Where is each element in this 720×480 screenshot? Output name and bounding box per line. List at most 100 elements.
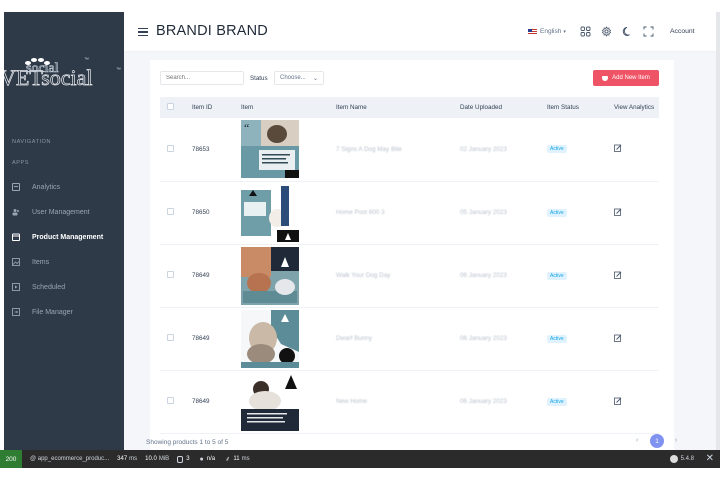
table-row[interactable]: 78653 “ 7 Signs A Dog May Bite 02 Januar…	[160, 118, 659, 182]
nav-section-navigation: NAVIGATION	[12, 139, 52, 145]
edit-icon[interactable]	[614, 144, 622, 153]
status-filter-select[interactable]: Choose... ⌄	[274, 71, 324, 85]
symfony-icon	[669, 455, 678, 463]
row-checkbox[interactable]	[167, 271, 174, 278]
http-status[interactable]: 200	[0, 450, 22, 468]
item-thumbnail[interactable]	[241, 372, 299, 431]
status-filter-value: Choose...	[280, 75, 306, 81]
pagination-next-button[interactable]: ›	[675, 437, 677, 444]
status-badge: Active	[547, 208, 567, 217]
edit-icon[interactable]	[614, 271, 622, 279]
sidebar-item-file-manager[interactable]: File Manager	[12, 305, 122, 319]
item-thumbnail[interactable]	[241, 246, 299, 305]
add-new-item-label: Add New Item	[612, 75, 650, 81]
request-time-unit: ms	[129, 456, 138, 462]
db-queries[interactable]: 3	[177, 455, 191, 463]
row-checkbox[interactable]	[167, 334, 174, 341]
header-item-id[interactable]: Item ID	[192, 97, 241, 118]
sidebar-item-product-management[interactable]: Product Management	[12, 230, 122, 244]
page-edge	[716, 12, 720, 450]
product-card: Status Choose... ⌄ Add New Item Item ID …	[150, 60, 674, 450]
table-row[interactable]: 78649 Dwarf Bunny 06 January 2023 Active	[160, 307, 659, 371]
row-checkbox[interactable]	[167, 208, 174, 215]
top-header: BRANDI BRAND English ▾ Account	[124, 12, 716, 52]
status-badge: Active	[547, 145, 567, 154]
pagination-page-button[interactable]: 1	[650, 434, 664, 448]
us-flag-icon	[528, 28, 537, 35]
folder-icon	[12, 308, 20, 316]
table-row[interactable]: 78649 Walk Your Dog Day 06 January 2023 …	[160, 244, 659, 308]
item-thumbnail[interactable]: “	[241, 120, 299, 179]
date-uploaded: 06 January 2023	[460, 244, 547, 308]
symfony-version[interactable]: 5.4.8	[669, 455, 694, 463]
table-row[interactable]: 78650 Home Post 600 3 05 January 2023 Ac…	[160, 181, 659, 245]
logo-trademark: ™	[84, 57, 89, 63]
status-badge: Active	[547, 334, 567, 343]
header-item[interactable]: Item	[241, 97, 336, 118]
header-view-analytics[interactable]: View Analytics	[614, 97, 659, 118]
database-icon	[177, 455, 184, 463]
item-id: 78649	[192, 307, 241, 371]
pagination-prev-button[interactable]: ‹	[636, 437, 638, 444]
fullscreen-icon[interactable]	[643, 26, 654, 37]
item-id: 78649	[192, 370, 241, 434]
logo-graphic: VETsocial social ™ ™	[4, 57, 121, 90]
scheduled-icon	[12, 283, 20, 291]
header-date-uploaded[interactable]: Date Uploaded	[460, 97, 547, 118]
chevron-down-icon: ⌄	[312, 75, 318, 82]
moon-icon[interactable]	[622, 26, 633, 37]
table-row[interactable]: 78649 New Home 06 January 2023 Active	[160, 370, 659, 434]
date-uploaded: 05 January 2023	[460, 181, 547, 245]
user-icon: ●	[199, 455, 204, 463]
edit-icon[interactable]	[614, 208, 622, 216]
sidebar-item-label: Items	[32, 258, 50, 266]
request-time[interactable]: 347 ms	[117, 456, 137, 462]
language-selector[interactable]: English ▾	[528, 28, 566, 35]
version-value: 5.4.8	[680, 456, 694, 462]
row-checkbox[interactable]	[167, 397, 174, 404]
debug-toolbar: 200 @ app_ecommerce_produc... 347 ms 10.0…	[0, 450, 720, 468]
main-content: Status Choose... ⌄ Add New Item Item ID …	[124, 52, 716, 450]
add-new-item-button[interactable]: Add New Item	[593, 70, 659, 86]
sidebar: VETsocial social ™ ™ NAVIGATION APPS Ana…	[4, 12, 124, 450]
sidebar-item-analytics[interactable]: Analytics	[12, 180, 122, 194]
basket-icon	[602, 75, 609, 81]
row-checkbox[interactable]	[167, 144, 174, 152]
account-menu[interactable]: Account	[670, 28, 695, 35]
close-icon[interactable]: ✕	[706, 453, 714, 464]
user-info[interactable]: ● n/a	[200, 456, 218, 463]
apps-grid-icon[interactable]	[580, 26, 591, 37]
image-icon	[12, 258, 20, 266]
select-all-checkbox[interactable]	[167, 103, 174, 110]
twig-time-unit: ms	[241, 456, 250, 462]
gear-icon[interactable]	[601, 26, 612, 37]
sidebar-item-user-management[interactable]: User Management	[12, 205, 122, 219]
vetsocial-logo[interactable]: VETsocial social ™ ™	[4, 52, 124, 100]
header-item-status[interactable]: Item Status	[547, 97, 614, 118]
item-thumbnail[interactable]	[241, 309, 299, 368]
item-thumbnail[interactable]	[241, 183, 299, 242]
date-uploaded: 06 January 2023	[460, 307, 547, 371]
twig-time-value: 11	[233, 456, 240, 462]
svg-text:™: ™	[116, 67, 121, 73]
route-name[interactable]: @ app_ecommerce_produc...	[30, 456, 109, 462]
sidebar-item-items[interactable]: Items	[12, 255, 122, 269]
item-id: 78653	[192, 118, 241, 182]
twig-time[interactable]: ⸙ 11 ms	[225, 455, 249, 464]
date-uploaded: 06 January 2023	[460, 370, 547, 434]
status-badge: Active	[547, 397, 567, 406]
sidebar-item-label: Scheduled	[32, 283, 66, 291]
memory-usage[interactable]: 10.0 MiB	[145, 456, 169, 462]
language-label: English	[540, 28, 562, 35]
edit-icon[interactable]	[614, 334, 622, 342]
table-header-row: Item ID Item Item Name Date Uploaded Ite…	[160, 97, 659, 118]
sidebar-item-label: User Management	[32, 208, 90, 216]
search-input[interactable]	[160, 71, 244, 85]
header-item-name[interactable]: Item Name	[336, 97, 460, 118]
hamburger-menu-icon[interactable]	[138, 28, 148, 36]
edit-icon[interactable]	[614, 397, 622, 405]
sidebar-item-scheduled[interactable]: Scheduled	[12, 280, 122, 294]
nav-section-apps: APPS	[12, 160, 30, 166]
user-value: n/a	[206, 456, 216, 462]
users-icon	[12, 208, 20, 216]
